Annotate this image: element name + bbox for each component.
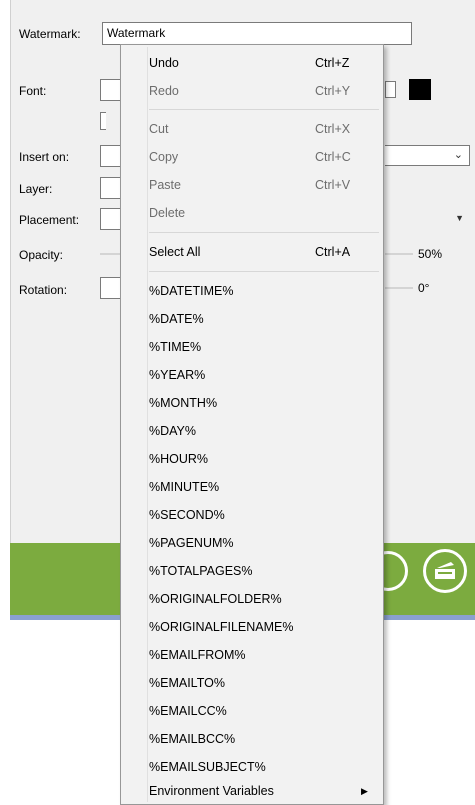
menu-item-pagenum[interactable]: %PAGENUM% — [149, 532, 379, 554]
context-menu: Undo Ctrl+Z Redo Ctrl+Y Cut Ctrl+X Copy … — [120, 44, 384, 805]
menu-item-label: Cut — [149, 122, 169, 136]
dropdown-triangle-icon: ▼ — [455, 213, 464, 223]
menu-item-shortcut: Ctrl+V — [315, 178, 351, 192]
menu-item-shortcut: Ctrl+Y — [315, 84, 351, 98]
menu-item-select-all[interactable]: Select All Ctrl+A — [149, 241, 379, 263]
menu-item-label: Select All — [149, 245, 201, 259]
menu-item-day[interactable]: %DAY% — [149, 420, 379, 442]
menu-item-minute[interactable]: %MINUTE% — [149, 476, 379, 498]
menu-item-second[interactable]: %SECOND% — [149, 504, 379, 526]
menu-item-emailto[interactable]: %EMAILTO% — [149, 672, 379, 694]
layer-label: Layer: — [19, 182, 53, 196]
menu-item-label: Delete — [149, 206, 186, 220]
opacity-slider[interactable] — [385, 253, 413, 255]
menu-item-redo[interactable]: Redo Ctrl+Y — [149, 80, 379, 102]
rotation-label: Rotation: — [19, 283, 68, 297]
menu-item-date[interactable]: %DATE% — [149, 308, 379, 330]
opacity-value: 50% — [418, 247, 443, 261]
menu-item-paste[interactable]: Paste Ctrl+V — [149, 174, 379, 196]
watermark-label: Watermark: — [19, 27, 81, 41]
menu-item-shortcut: Ctrl+C — [315, 150, 351, 164]
menu-item-label: Environment Variables — [149, 784, 274, 798]
font-color-swatch[interactable] — [409, 79, 431, 100]
menu-item-label: Copy — [149, 150, 179, 164]
insert-on-field[interactable] — [100, 145, 122, 167]
menu-item-shortcut: Ctrl+X — [315, 122, 351, 136]
menu-item-label: Paste — [149, 178, 181, 192]
rotation-field[interactable] — [100, 277, 122, 299]
menu-item-originalfolder[interactable]: %ORIGINALFOLDER% — [149, 588, 379, 610]
font-size-spinner[interactable] — [385, 81, 396, 98]
placement-dropdown[interactable]: ▼ — [385, 208, 470, 229]
placement-label: Placement: — [19, 213, 80, 227]
menu-item-copy[interactable]: Copy Ctrl+C — [149, 146, 379, 168]
layer-field[interactable] — [100, 177, 122, 199]
menu-item-emailsubject[interactable]: %EMAILSUBJECT% — [149, 756, 379, 778]
placement-field[interactable] — [100, 208, 122, 230]
scanner-icon — [435, 562, 455, 579]
insert-on-dropdown[interactable]: ⌄ — [385, 145, 470, 166]
chevron-down-icon: ⌄ — [453, 149, 463, 161]
menu-item-label: Redo — [149, 84, 179, 98]
menu-item-shortcut: Ctrl+Z — [315, 56, 350, 70]
menu-item-undo[interactable]: Undo Ctrl+Z — [149, 52, 379, 74]
menu-separator — [149, 232, 379, 233]
menu-item-month[interactable]: %MONTH% — [149, 392, 379, 414]
menu-item-delete[interactable]: Delete — [149, 202, 379, 224]
rotation-slider[interactable] — [385, 287, 413, 289]
watermark-input-value: Watermark — [107, 26, 166, 40]
opacity-label: Opacity: — [19, 248, 64, 262]
chevron-right-icon: ▶ — [361, 786, 368, 796]
menu-item-originalfilename[interactable]: %ORIGINALFILENAME% — [149, 616, 379, 638]
menu-item-hour[interactable]: %HOUR% — [149, 448, 379, 470]
menu-item-label: Undo — [149, 56, 179, 70]
font-label: Font: — [19, 84, 47, 98]
menu-item-time[interactable]: %TIME% — [149, 336, 379, 358]
menu-item-shortcut: Ctrl+A — [315, 245, 351, 259]
menu-item-emailfrom[interactable]: %EMAILFROM% — [149, 644, 379, 666]
menu-item-emailcc[interactable]: %EMAILCC% — [149, 700, 379, 722]
menu-item-datetime[interactable]: %DATETIME% — [149, 280, 379, 302]
menu-gutter — [147, 47, 148, 802]
menu-item-emailbcc[interactable]: %EMAILBCC% — [149, 728, 379, 750]
menu-separator — [149, 109, 379, 110]
menu-item-cut[interactable]: Cut Ctrl+X — [149, 118, 379, 140]
watermark-input[interactable]: Watermark — [102, 22, 412, 45]
font-style-checkbox[interactable] — [100, 112, 106, 130]
menu-item-environment-variables[interactable]: Environment Variables ▶ — [149, 780, 379, 802]
menu-item-totalpages[interactable]: %TOTALPAGES% — [149, 560, 379, 582]
font-field[interactable] — [100, 79, 122, 101]
menu-separator — [149, 271, 379, 272]
insert-on-label: Insert on: — [19, 150, 70, 164]
rotation-value: 0° — [418, 281, 430, 295]
menu-item-year[interactable]: %YEAR% — [149, 364, 379, 386]
opacity-slider-left[interactable] — [100, 253, 120, 255]
scan-button[interactable] — [423, 549, 467, 593]
